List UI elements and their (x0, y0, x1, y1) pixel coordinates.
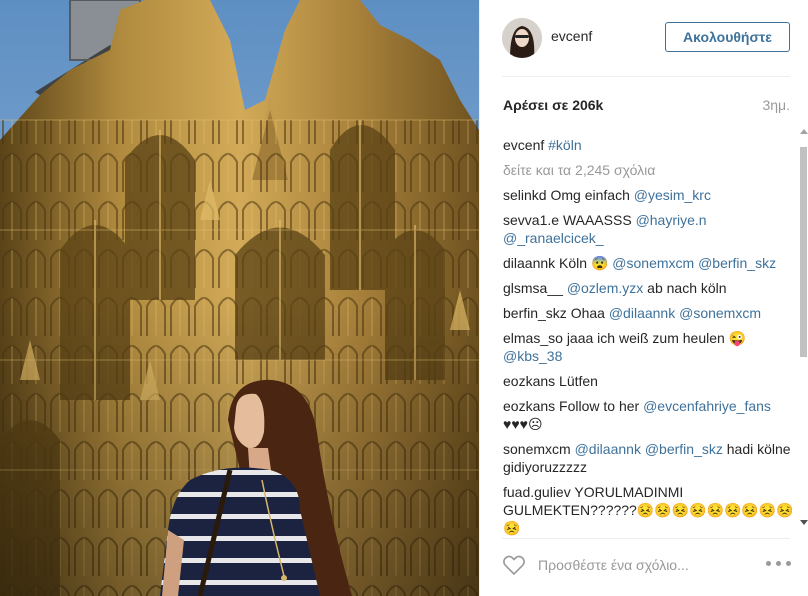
add-comment-input[interactable] (538, 555, 728, 575)
scroll-thumb[interactable] (800, 147, 807, 357)
comment-username[interactable]: dilaannk (503, 255, 555, 271)
caption: evcenf #köln (503, 136, 799, 154)
comment: berfin_skz Ohaa @dilaannk @sonemxcm (503, 304, 799, 322)
comment-text: Follow to her (559, 398, 644, 414)
mention-link[interactable]: @sonemxcm (612, 255, 694, 271)
post-header: evcenf Ακολουθήστε (480, 0, 808, 77)
mention-link[interactable]: @hayriye.n (636, 212, 707, 228)
comment-username[interactable]: eozkans (503, 373, 555, 389)
comment-text: WAAASSS (562, 212, 636, 228)
follow-button[interactable]: Ακολουθήστε (665, 22, 790, 52)
comment-username[interactable]: fuad.guliev (503, 484, 571, 500)
mention-link[interactable]: @ozlem.yzx (567, 280, 643, 296)
comment: eozkans Follow to her @evcenfahriye_fans… (503, 397, 799, 433)
mention-link[interactable]: @kbs_38 (503, 348, 562, 364)
comment: sonemxcm @dilaannk @berfin_skz hadi köln… (503, 440, 799, 476)
mention-link[interactable]: @berfin_skz (645, 441, 723, 457)
comment-text: Lütfen (559, 373, 598, 389)
comment-text: Köln 😨 (559, 255, 613, 271)
footer-divider (502, 538, 790, 539)
comment: sevva1.e WAAASSS @hayriye.n @_ranaelcice… (503, 211, 799, 247)
comment-username[interactable]: glsmsa__ (503, 280, 563, 296)
comment-username[interactable]: elmas_so (503, 330, 563, 346)
more-options-icon[interactable] (766, 561, 792, 567)
comment-text: Ohaa (570, 305, 609, 321)
comment-text: Omg einfach (550, 187, 634, 203)
comment-username[interactable]: selinkd (503, 187, 547, 203)
comment-text: jaaa ich weiß zum heulen 😜 (566, 330, 747, 346)
caption-username[interactable]: evcenf (503, 137, 544, 153)
scroll-down-arrow-icon[interactable] (800, 520, 808, 525)
post-view: evcenf Ακολουθήστε Αρέσει σε 206k 3ημ. e… (0, 0, 808, 596)
mention-link[interactable]: @yesim_krc (634, 187, 711, 203)
mention-link[interactable]: @_ranaelcicek_ (503, 230, 604, 246)
mention-link[interactable]: @berfin_skz (698, 255, 776, 271)
comment: fuad.guliev YORULMADINMI GULMEKTEN??????… (503, 483, 799, 536)
likes-count[interactable]: Αρέσει σε 206k (503, 97, 603, 113)
profile-avatar[interactable] (502, 18, 542, 58)
header-divider (502, 76, 790, 77)
mention-link[interactable]: @sonemxcm (679, 305, 761, 321)
comment: elmas_so jaaa ich weiß zum heulen 😜 @kbs… (503, 329, 799, 365)
mention-link[interactable]: @dilaannk (575, 441, 641, 457)
post-author-username[interactable]: evcenf (551, 28, 592, 44)
comment: eozkans Lütfen (503, 372, 799, 390)
mention-link[interactable]: @dilaannk (609, 305, 675, 321)
post-timestamp[interactable]: 3ημ. (762, 97, 790, 113)
caption-hashtag[interactable]: #köln (548, 137, 581, 153)
comment-username[interactable]: berfin_skz (503, 305, 567, 321)
comment-text: ab nach köln (643, 280, 727, 296)
comment-username[interactable]: sonemxcm (503, 441, 571, 457)
comment: selinkd Omg einfach @yesim_krc (503, 186, 799, 204)
comment-text: ♥♥♥☹ (503, 416, 543, 432)
heart-icon[interactable] (502, 554, 526, 576)
scroll-up-arrow-icon[interactable] (800, 129, 808, 134)
mention-link[interactable]: @evcenfahriye_fans (643, 398, 771, 414)
comment-username[interactable]: sevva1.e (503, 212, 559, 228)
post-photo[interactable] (0, 0, 479, 596)
comments-scrollbar[interactable] (799, 127, 808, 537)
post-side-panel: evcenf Ακολουθήστε Αρέσει σε 206k 3ημ. e… (479, 0, 808, 596)
view-all-comments-link[interactable]: δείτε και τα 2,245 σχόλια (503, 161, 799, 179)
comment: glsmsa__ @ozlem.yzx ab nach köln (503, 279, 799, 297)
comment: dilaannk Köln 😨 @sonemxcm @berfin_skz (503, 254, 799, 272)
comments-list: evcenf #köln δείτε και τα 2,245 σχόλια s… (503, 136, 799, 536)
comment-username[interactable]: eozkans (503, 398, 555, 414)
